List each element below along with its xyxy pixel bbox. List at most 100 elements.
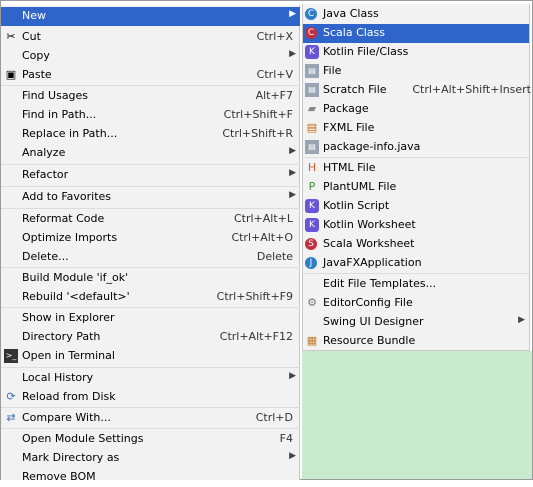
reload-icon: ⟳: [6, 390, 16, 403]
submenu-item-package[interactable]: ▰ Package: [303, 100, 529, 119]
submenu-item-package-info[interactable]: ▤ package-info.java: [303, 138, 529, 157]
menu-item-label: Directory Path: [22, 330, 101, 343]
shortcut: Ctrl+X: [256, 30, 293, 43]
submenu-item-html-file[interactable]: H HTML File: [303, 159, 529, 178]
compare-icon: ⇄: [6, 411, 16, 424]
scissors-icon: ✂: [6, 30, 16, 43]
shortcut: Delete: [256, 250, 293, 263]
menu-item-label: New: [22, 9, 46, 22]
menu-item-delete[interactable]: Delete... Delete: [1, 248, 300, 267]
submenu-item-java-class[interactable]: C Java Class: [303, 5, 529, 24]
menu-item-copy[interactable]: Copy ▶: [1, 47, 300, 66]
menu-item-label: Build Module 'if_ok': [22, 271, 129, 284]
menu-item-label: Optimize Imports: [22, 231, 118, 244]
submenu-item-label: EditorConfig File: [323, 296, 413, 309]
context-menu: New ▶ ✂ Cut Ctrl+X Copy ▶ ▣ Paste Ctrl+V…: [1, 5, 300, 483]
terminal-icon: >_: [4, 349, 18, 363]
new-submenu: C Java Class C Scala Class K Kotlin File…: [302, 4, 531, 351]
submenu-item-javafx-application[interactable]: J JavaFXApplication: [303, 254, 529, 273]
menu-separator: [1, 428, 300, 429]
menu-item-analyze[interactable]: Analyze ▶: [1, 144, 300, 163]
menu-item-reformat-code[interactable]: Reformat Code Ctrl+Alt+L: [1, 210, 300, 229]
scratch-file-icon: ▤: [305, 83, 319, 97]
menu-item-reload-from-disk[interactable]: ⟳ Reload from Disk: [1, 388, 300, 407]
menu-item-show-in-explorer[interactable]: Show in Explorer: [1, 309, 300, 328]
submenu-item-swing-ui-designer[interactable]: Swing UI Designer ▶: [303, 313, 529, 332]
menu-item-directory-path[interactable]: Directory Path Ctrl+Alt+F12: [1, 328, 300, 347]
menu-separator: [1, 208, 300, 209]
menu-item-mark-directory-as[interactable]: Mark Directory as ▶: [1, 449, 300, 468]
submenu-item-edit-file-templates[interactable]: Edit File Templates...: [303, 275, 529, 294]
package-icon: ▰: [307, 102, 317, 115]
submenu-item-scala-worksheet[interactable]: S Scala Worksheet: [303, 235, 529, 254]
menu-item-remove-bom[interactable]: Remove BOM: [1, 468, 300, 487]
menu-item-compare-with[interactable]: ⇄ Compare With... Ctrl+D: [1, 409, 300, 428]
shortcut: Ctrl+Shift+R: [222, 127, 293, 140]
menu-item-add-to-favorites[interactable]: Add to Favorites ▶: [1, 188, 300, 207]
submenu-item-resource-bundle[interactable]: ▦ Resource Bundle: [303, 332, 529, 351]
shortcut: Ctrl+D: [255, 411, 293, 424]
shortcut: F4: [279, 432, 293, 445]
submenu-arrow-icon: ▶: [289, 146, 296, 156]
menu-item-find-in-path[interactable]: Find in Path... Ctrl+Shift+F: [1, 106, 300, 125]
submenu-item-fxml-file[interactable]: ▤ FXML File: [303, 119, 529, 138]
menu-item-open-in-terminal[interactable]: >_ Open in Terminal: [1, 347, 300, 366]
menu-item-label: Remove BOM: [22, 470, 96, 483]
menu-item-replace-in-path[interactable]: Replace in Path... Ctrl+Shift+R: [1, 125, 300, 144]
shortcut: Ctrl+Alt+O: [231, 231, 293, 244]
html-icon: H: [307, 161, 317, 174]
shortcut: Alt+F7: [255, 89, 293, 102]
kotlin-worksheet-icon: K: [305, 218, 319, 232]
menu-separator: [1, 164, 300, 165]
menu-item-label: Add to Favorites: [22, 190, 112, 203]
submenu-item-label: Kotlin Worksheet: [323, 218, 416, 231]
menu-item-new[interactable]: New ▶: [1, 7, 300, 26]
kotlin-script-icon: K: [305, 199, 319, 213]
menu-item-optimize-imports[interactable]: Optimize Imports Ctrl+Alt+O: [1, 229, 300, 248]
submenu-item-scala-class[interactable]: C Scala Class: [303, 24, 529, 43]
submenu-item-scratch-file[interactable]: ▤ Scratch File Ctrl+Alt+Shift+Insert: [303, 81, 531, 100]
submenu-arrow-icon: ▶: [289, 9, 296, 19]
submenu-item-label: Scratch File: [323, 83, 387, 96]
menu-item-open-module-settings[interactable]: Open Module Settings F4: [1, 430, 300, 449]
submenu-arrow-icon: ▶: [289, 49, 296, 59]
submenu-item-label: Scala Class: [323, 26, 386, 39]
submenu-item-file[interactable]: ▤ File: [303, 62, 529, 81]
submenu-separator: [303, 273, 529, 274]
submenu-item-kotlin-script[interactable]: K Kotlin Script: [303, 197, 529, 216]
submenu-item-plantuml-file[interactable]: P PlantUML File: [303, 178, 529, 197]
menu-item-refactor[interactable]: Refactor ▶: [1, 166, 300, 185]
submenu-item-label: Scala Worksheet: [323, 237, 415, 250]
menu-item-label: Replace in Path...: [22, 127, 118, 140]
menu-item-find-usages[interactable]: Find Usages Alt+F7: [1, 87, 300, 106]
menu-item-rebuild[interactable]: Rebuild '<default>' Ctrl+Shift+F9: [1, 288, 300, 307]
submenu-arrow-icon: ▶: [518, 315, 525, 325]
menu-item-label: Rebuild '<default>': [22, 290, 130, 303]
menu-item-label: Find in Path...: [22, 108, 97, 121]
submenu-item-kotlin-worksheet[interactable]: K Kotlin Worksheet: [303, 216, 529, 235]
resource-bundle-icon: ▦: [306, 334, 318, 347]
submenu-item-label: PlantUML File: [323, 180, 397, 193]
menu-item-label: Paste: [22, 68, 52, 81]
scala-worksheet-icon: S: [305, 238, 317, 250]
menu-item-paste[interactable]: ▣ Paste Ctrl+V: [1, 66, 300, 85]
menu-item-label: Analyze: [22, 146, 66, 159]
menu-item-label: Find Usages: [22, 89, 89, 102]
submenu-item-editorconfig-file[interactable]: ⚙ EditorConfig File: [303, 294, 529, 313]
paste-icon: ▣: [5, 68, 17, 81]
menu-item-cut[interactable]: ✂ Cut Ctrl+X: [1, 28, 300, 47]
submenu-arrow-icon: ▶: [289, 371, 296, 381]
menu-item-local-history[interactable]: Local History ▶: [1, 369, 300, 388]
submenu-arrow-icon: ▶: [289, 168, 296, 178]
menu-item-label: Open in Terminal: [22, 349, 115, 362]
menu-item-build-module[interactable]: Build Module 'if_ok': [1, 269, 300, 288]
file-icon: ▤: [305, 64, 319, 78]
fxml-icon: ▤: [306, 121, 318, 134]
scala-class-icon: C: [305, 27, 317, 39]
shortcut: Ctrl+Alt+Shift+Insert: [412, 83, 531, 96]
menu-item-label: Copy: [22, 49, 50, 62]
menu-separator: [1, 367, 300, 368]
submenu-item-kotlin-file[interactable]: K Kotlin File/Class: [303, 43, 529, 62]
kotlin-icon: K: [305, 45, 319, 59]
submenu-arrow-icon: ▶: [289, 190, 296, 200]
